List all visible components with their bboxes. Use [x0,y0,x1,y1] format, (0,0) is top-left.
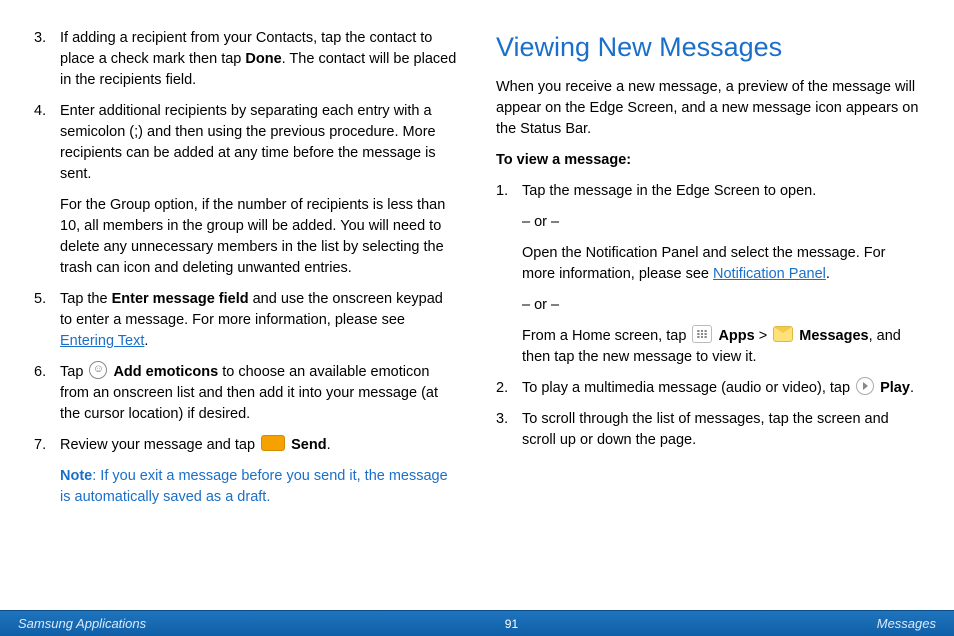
list-item: 3.To scroll through the list of messages… [496,409,920,451]
body-text: Enter additional recipients by separatin… [60,101,458,185]
cross-ref-link[interactable]: Notification Panel [713,266,826,282]
right-ordered-list: 1.Tap the message in the Edge Screen to … [496,181,920,451]
list-item: 1.Tap the message in the Edge Screen to … [496,181,920,368]
list-body: If adding a recipient from your Contacts… [60,28,458,91]
apps-grid-icon [692,325,712,343]
list-body: Review your message and tap Send. [60,435,458,456]
text-run: . [910,380,914,396]
list-number: 6. [34,362,60,425]
note-text: : If you exit a message before you send … [60,468,448,505]
text-run: – or – [522,214,559,230]
list-body: To scroll through the list of messages, … [522,409,920,451]
messages-envelope-icon [773,326,793,342]
list-body: Enter additional recipients by separatin… [60,101,458,279]
sub-heading: To view a message: [496,150,920,171]
list-number: 7. [34,435,60,456]
list-number: 3. [496,409,522,451]
text-run: . [327,437,331,453]
play-icon [856,377,874,395]
list-item: 2.To play a multimedia message (audio or… [496,378,920,399]
list-body: Tap the message in the Edge Screen to op… [522,181,920,368]
manual-page: 3.If adding a recipient from your Contac… [0,0,954,636]
footer-page-number: 91 [146,617,877,631]
body-text: If adding a recipient from your Contacts… [60,28,458,91]
text-run: . [826,266,830,282]
list-number: 3. [34,28,60,91]
text-run: Tap [60,364,87,380]
list-item: 4.Enter additional recipients by separat… [34,101,458,279]
bold-text: Play [880,380,910,396]
text-run: > [755,328,772,344]
bold-text: Enter message field [112,291,249,307]
page-footer: Samsung Applications 91 Messages [0,610,954,636]
text-run: Enter additional recipients by separatin… [60,103,436,182]
send-icon [261,435,285,451]
text-run: Tap the message in the Edge Screen to op… [522,183,816,199]
list-body: Tap the Enter message field and use the … [60,289,458,352]
list-item: 5.Tap the Enter message field and use th… [34,289,458,352]
list-body: To play a multimedia message (audio or v… [522,378,920,399]
left-ordered-list: 3.If adding a recipient from your Contac… [34,28,458,456]
body-text: To scroll through the list of messages, … [522,409,920,451]
body-text: Tap the Enter message field and use the … [60,289,458,352]
list-item: 6.Tap ☺ Add emoticons to choose an avail… [34,362,458,425]
text-run: To scroll through the list of messages, … [522,411,889,448]
text-run: Tap the [60,291,112,307]
text-run: To play a multimedia message (audio or v… [522,380,854,396]
body-text: From a Home screen, tap Apps > Messages,… [522,326,920,368]
body-text: – or – [522,295,920,316]
text-run: . [144,333,148,349]
text-run: Open the Notification Panel and select t… [522,245,886,282]
body-text: – or – [522,212,920,233]
list-item: 7.Review your message and tap Send. [34,435,458,456]
list-number: 5. [34,289,60,352]
bold-text: Messages [799,328,868,344]
intro-paragraph: When you receive a new message, a previe… [496,77,920,140]
list-body: Tap ☺ Add emoticons to choose an availab… [60,362,458,425]
text-run: Review your message and tap [60,437,259,453]
body-text: Tap the message in the Edge Screen to op… [522,181,920,202]
bold-text: Send [291,437,326,453]
body-text: For the Group option, if the number of r… [60,195,458,279]
text-run: From a Home screen, tap [522,328,690,344]
body-text: Review your message and tap Send. [60,435,458,456]
list-number: 2. [496,378,522,399]
cross-ref-link[interactable]: Entering Text [60,333,144,349]
two-column-layout: 3.If adding a recipient from your Contac… [34,28,920,596]
section-heading: Viewing New Messages [496,28,920,67]
footer-left: Samsung Applications [18,616,146,631]
body-text: Open the Notification Panel and select t… [522,243,920,285]
list-number: 1. [496,181,522,368]
body-text: To play a multimedia message (audio or v… [522,378,920,399]
bold-text: Done [245,51,281,67]
note-paragraph: Note: If you exit a message before you s… [60,466,458,508]
right-column: Viewing New Messages When you receive a … [496,28,920,596]
emoticon-icon: ☺ [89,361,107,379]
left-column: 3.If adding a recipient from your Contac… [34,28,458,596]
list-number: 4. [34,101,60,279]
footer-right: Messages [877,616,936,631]
bold-text: Apps [718,328,754,344]
bold-text: Add emoticons [113,364,218,380]
text-run: – or – [522,297,559,313]
body-text: Tap ☺ Add emoticons to choose an availab… [60,362,458,425]
list-item: 3.If adding a recipient from your Contac… [34,28,458,91]
text-run: For the Group option, if the number of r… [60,197,445,276]
note-label: Note [60,468,92,484]
